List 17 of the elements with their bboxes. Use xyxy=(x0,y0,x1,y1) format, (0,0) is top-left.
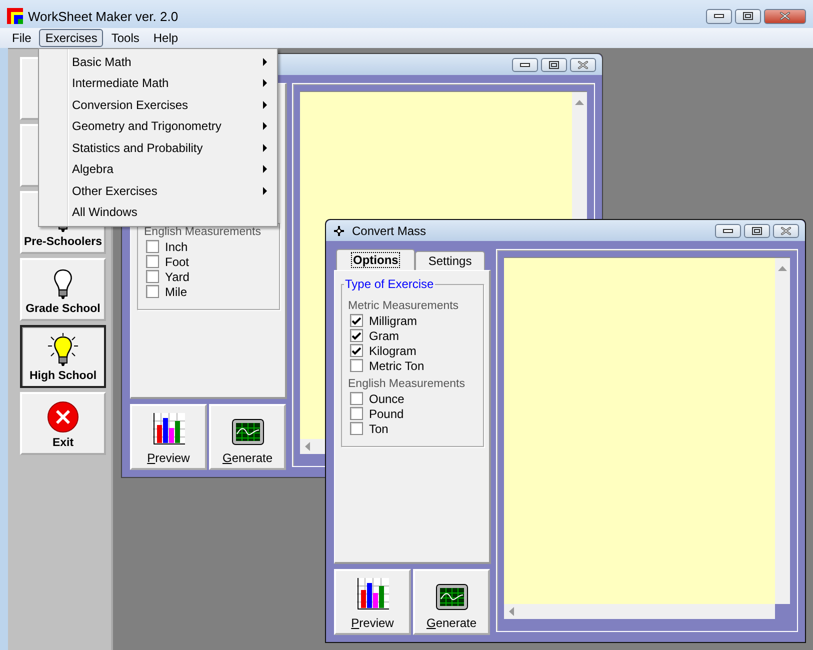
section-heading: English Measurements xyxy=(348,377,466,391)
window-title: Convert Mass xyxy=(352,224,428,238)
group-title: Type of Exercise xyxy=(344,277,435,291)
checkbox-label: Ton xyxy=(369,422,388,436)
checkbox-label: Milligram xyxy=(369,314,417,328)
section-heading: English Measurements xyxy=(144,225,262,239)
checkbox-label: Pound xyxy=(369,406,404,420)
checkbox-label: Yard xyxy=(165,270,190,284)
window-title: WorkSheet Maker ver. 2.0 xyxy=(28,8,180,24)
checkbox-label: Metric Ton xyxy=(369,358,424,372)
checkbox-label: Ounce xyxy=(369,392,404,406)
checkbox-label: Foot xyxy=(165,254,190,268)
checkbox-label: Kilogram xyxy=(369,344,416,358)
checkbox-label: Inch xyxy=(165,240,188,254)
section-heading: Metric Measurements xyxy=(348,299,460,313)
checkbox-label: Gram xyxy=(369,328,399,342)
checkbox-label: Mile xyxy=(165,284,188,298)
